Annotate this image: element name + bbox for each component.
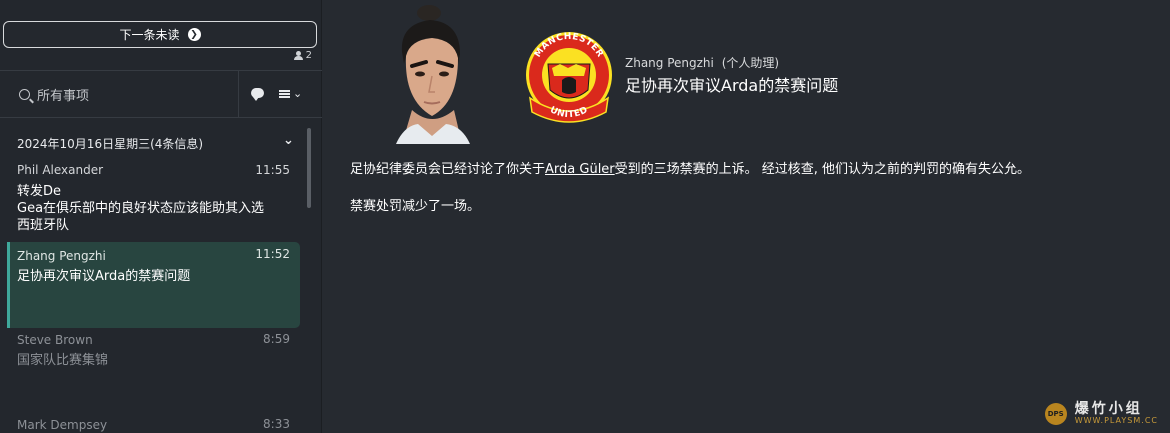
watermark-title: 爆竹小组	[1074, 401, 1143, 417]
user-count-value: 2	[305, 50, 312, 61]
message-detail: MANCHESTER UNITED Zhang Pengzhi (个人助理) 足…	[330, 0, 1170, 433]
watermark-url: WWW.PLAYSM.CC	[1074, 416, 1158, 425]
site-watermark: DPS 爆竹小组 WWW.PLAYSM.CC	[1044, 402, 1158, 425]
divider	[238, 71, 239, 117]
message-subject: 国家队比赛集锦	[17, 353, 109, 368]
chat-bubble-icon[interactable]	[251, 88, 264, 101]
message-sender-role: (个人助理)	[721, 56, 780, 70]
message-sender: Phil Alexander	[17, 163, 104, 177]
scrollbar[interactable]	[307, 128, 311, 208]
chevron-down-icon[interactable]: ⌄	[293, 87, 302, 100]
message-subject: Gea在俱乐部中的良好状态应该能助其入选	[17, 201, 265, 216]
message-time: 11:55	[255, 163, 290, 177]
message-list-item-selected[interactable]: Zhang Pengzhi 11:52 足协再次审议Arda的禁赛问题	[7, 242, 300, 328]
message-body: 足协纪律委员会已经讨论了你关于Arda Güler受到的三场禁赛的上诉。 经过核…	[350, 160, 1160, 234]
user-count-badge: 2	[293, 50, 312, 61]
chevron-down-icon[interactable]: ⌄	[283, 133, 294, 148]
message-list-item[interactable]: Steve Brown 8:59 国家队比赛集锦	[7, 332, 300, 373]
watermark-text: 爆竹小组 WWW.PLAYSM.CC	[1075, 402, 1158, 425]
message-subject: 转发De	[17, 184, 62, 199]
message-title: 足协再次审议Arda的禁赛问题	[625, 76, 839, 95]
manchester-united-crest: MANCHESTER UNITED	[526, 32, 612, 123]
message-list-item[interactable]: Mark Dempsey 8:33	[7, 417, 300, 433]
message-sender: Steve Brown	[17, 333, 93, 347]
message-subject: 足协再次审议Arda的禁赛问题	[17, 269, 191, 284]
message-list-item[interactable]: Phil Alexander 11:55 转发De Gea在俱乐部中的良好状态应…	[7, 163, 300, 241]
message-sidebar: 下一条未读 ❯ 2 所有事项 ⌄ 2024年10月16日星期三(4条信息) ⌄ …	[0, 0, 322, 433]
body-text: 受到的三场禁赛的上诉。 经过核查, 他们认为之前的判罚的确有失公允。	[614, 162, 1031, 177]
message-time: 11:52	[255, 247, 290, 261]
person-icon	[293, 51, 303, 60]
filter-bar: 所有事项 ⌄	[0, 70, 322, 118]
message-time: 8:33	[263, 417, 290, 431]
next-unread-button[interactable]: 下一条未读 ❯	[3, 21, 317, 48]
next-unread-label: 下一条未读	[119, 28, 180, 42]
message-time: 8:59	[263, 332, 290, 346]
search-filter-label: 所有事项	[37, 88, 90, 104]
message-paragraph: 禁赛处罚减少了一场。	[350, 199, 481, 214]
search-icon	[19, 88, 30, 100]
message-sender: Zhang Pengzhi	[17, 249, 106, 263]
arrow-right-circle-icon: ❯	[187, 28, 201, 41]
date-group-header[interactable]: 2024年10月16日星期三(4条信息)	[17, 135, 203, 152]
sender-avatar	[396, 5, 470, 144]
message-sender-name[interactable]: Zhang Pengzhi	[625, 56, 714, 70]
message-sender-line: Zhang Pengzhi (个人助理)	[625, 54, 779, 71]
message-sender: Mark Dempsey	[17, 418, 108, 432]
body-text: 足协纪律委员会已经讨论了你关于	[350, 162, 546, 177]
player-link[interactable]: Arda Güler	[545, 162, 615, 177]
message-paragraph: 足协纪律委员会已经讨论了你关于Arda Güler受到的三场禁赛的上诉。 经过核…	[350, 160, 1160, 180]
watermark-logo: DPS	[1044, 402, 1067, 425]
message-subject: 西班牙队	[17, 218, 70, 233]
list-menu-icon[interactable]	[279, 90, 290, 98]
search-filter[interactable]: 所有事项	[0, 71, 238, 117]
